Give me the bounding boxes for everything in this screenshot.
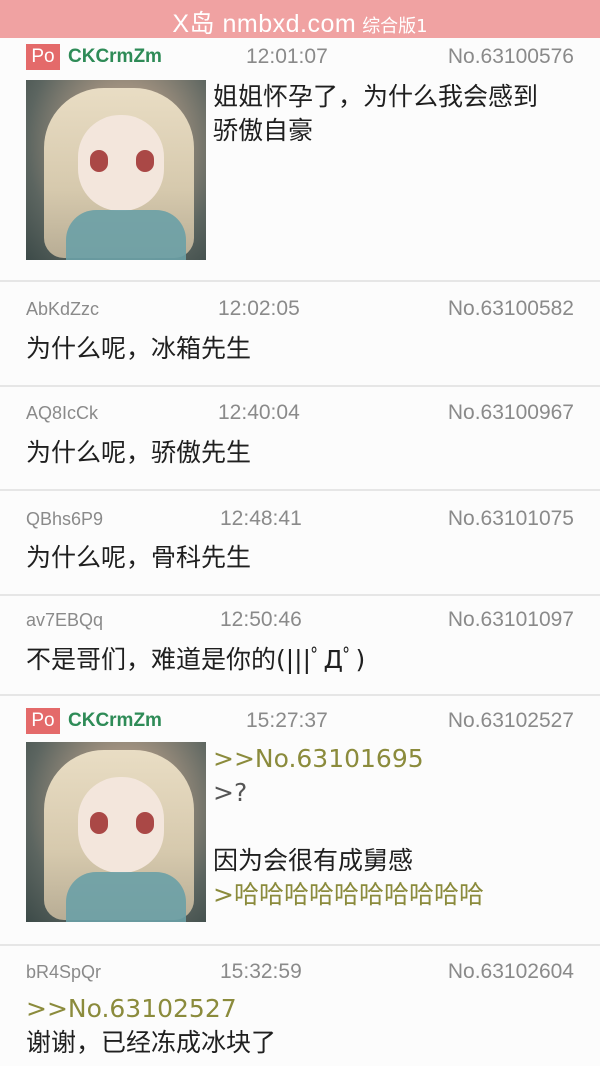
post-number[interactable]: No.63102604	[448, 957, 574, 987]
post-line: 不是哥们，难道是你的(|||ﾟДﾟ)	[26, 645, 366, 674]
divider	[0, 385, 600, 387]
post-content: 为什么呢，骨科先生	[26, 541, 580, 575]
post-line: 为什么呢，骨科先生	[26, 543, 252, 572]
poster-id[interactable]: CKCrmZm	[68, 44, 162, 70]
post-line: 姐姐怀孕了，为什么我会感到	[213, 82, 539, 111]
post-number[interactable]: No.63102527	[448, 706, 574, 736]
post-image[interactable]	[26, 80, 206, 260]
poster-id[interactable]: bR4SpQr	[26, 959, 101, 985]
post-content: 为什么呢，冰箱先生	[26, 332, 580, 366]
divider	[0, 489, 600, 491]
post-time: 12:48:41	[220, 507, 302, 530]
post-number[interactable]: No.63100576	[448, 42, 574, 72]
post-time: 12:01:07	[246, 45, 328, 68]
post-number[interactable]: No.63101097	[448, 605, 574, 635]
post-time: 15:32:59	[220, 960, 302, 983]
post-time: 12:50:46	[220, 608, 302, 631]
post-number[interactable]: No.63101075	[448, 504, 574, 534]
post-meta: Po CKCrmZm 12:01:07 No.63100576	[0, 42, 600, 72]
poster-id[interactable]: AbKdZzc	[26, 296, 99, 322]
divider	[0, 944, 600, 946]
board-name: 综合版1	[362, 16, 428, 37]
post-time: 12:40:04	[218, 401, 300, 424]
greentext-line: >?	[213, 778, 248, 807]
post-number[interactable]: No.63100582	[448, 294, 574, 324]
post-meta: bR4SpQr 15:32:59 No.63102604	[0, 957, 600, 987]
site-header: X岛 nmbxd.com 综合版1	[0, 0, 600, 38]
post-content: >>No.63102527 谢谢，已经冻成冰块了	[26, 992, 580, 1060]
post-content: 姐姐怀孕了，为什么我会感到 骄傲自豪	[213, 80, 580, 148]
po-badge: Po	[26, 708, 60, 734]
divider	[0, 280, 600, 282]
post-line: 为什么呢，骄傲先生	[26, 438, 252, 467]
post-time: 15:27:37	[246, 709, 328, 732]
site-title[interactable]: X岛 nmbxd.com	[172, 4, 356, 40]
post-content: >>No.63101695 >? 因为会很有成舅感 >哈哈哈哈哈哈哈哈哈哈	[213, 742, 580, 912]
post-line: 为什么呢，冰箱先生	[26, 334, 252, 363]
post-meta: av7EBQq 12:50:46 No.63101097	[0, 605, 600, 635]
quote-link[interactable]: >>No.63101695	[213, 742, 580, 776]
poster-id[interactable]: AQ8IcCk	[26, 400, 98, 426]
post-content: 不是哥们，难道是你的(|||ﾟДﾟ)	[26, 643, 580, 677]
po-badge: Po	[26, 44, 60, 70]
post-meta: AQ8IcCk 12:40:04 No.63100967	[0, 398, 600, 428]
poster-id[interactable]: QBhs6P9	[26, 506, 103, 532]
post-line: 骄傲自豪	[213, 116, 314, 145]
greentext-line: >哈哈哈哈哈哈哈哈哈哈	[213, 880, 484, 909]
post-time: 12:02:05	[218, 297, 300, 320]
post-line: 因为会很有成舅感	[213, 846, 414, 875]
divider	[0, 594, 600, 596]
poster-id[interactable]: CKCrmZm	[68, 708, 162, 734]
post-meta: AbKdZzc 12:02:05 No.63100582	[0, 294, 600, 324]
post-number[interactable]: No.63100967	[448, 398, 574, 428]
post-line: 谢谢，已经冻成冰块了	[26, 1028, 277, 1057]
post-content: 为什么呢，骄傲先生	[26, 436, 580, 470]
post-meta: Po CKCrmZm 15:27:37 No.63102527	[0, 706, 600, 736]
quote-link[interactable]: >>No.63102527	[26, 992, 580, 1026]
post-meta: QBhs6P9 12:48:41 No.63101075	[0, 504, 600, 534]
poster-id[interactable]: av7EBQq	[26, 607, 103, 633]
post-image[interactable]	[26, 742, 206, 922]
divider	[0, 694, 600, 696]
